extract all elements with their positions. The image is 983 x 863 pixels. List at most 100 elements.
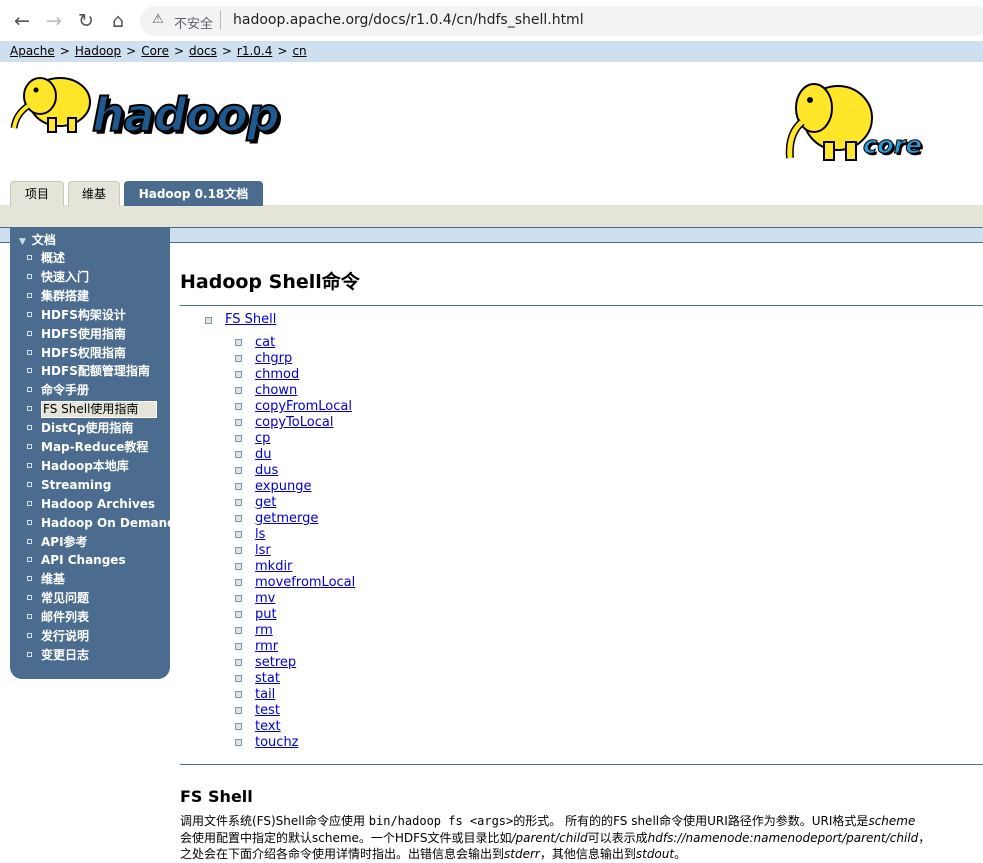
toc-divider	[180, 764, 983, 765]
sidebar-item[interactable]: HDFS使用指南	[27, 326, 126, 343]
sidebar-item[interactable]: 集群搭建	[27, 288, 89, 305]
sidebar-item[interactable]: 变更日志	[27, 647, 89, 664]
sidebar-item[interactable]: HDFS配额管理指南	[27, 363, 150, 380]
sidebar-item[interactable]: DistCp使用指南	[27, 420, 133, 437]
forward-icon[interactable]: →	[42, 9, 66, 33]
sidebar-item[interactable]: FS Shell使用指南	[27, 401, 157, 419]
toc-link[interactable]: lsr	[255, 543, 271, 558]
toc-link[interactable]: tail	[255, 687, 275, 702]
toc-link[interactable]: touchz	[255, 735, 299, 750]
sidebar-item-label: API Changes	[41, 553, 126, 568]
toc-link[interactable]: chgrp	[255, 351, 292, 366]
insecure-label[interactable]: 不安全	[174, 13, 213, 32]
square-bullet-icon	[27, 538, 32, 544]
toc-link[interactable]: copyToLocal	[255, 415, 333, 430]
sidebar-item-label: HDFS使用指南	[41, 326, 126, 341]
toc-bullet-icon	[235, 499, 242, 506]
sidebar-item[interactable]: 概述	[27, 250, 65, 267]
sidebar-item[interactable]: HDFS构架设计	[27, 307, 126, 324]
toc-link[interactable]: stat	[255, 671, 280, 686]
reload-icon[interactable]: ↻	[74, 9, 98, 33]
title-divider	[180, 305, 983, 306]
home-icon[interactable]: ⌂	[106, 9, 130, 33]
toc-bullet-icon	[235, 515, 242, 522]
paragraph-line-2: 会使用配置中指定的默认scheme。一个HDFS文件或目录比如/parent/c…	[180, 829, 930, 846]
sidebar-heading-label: 文档	[31, 233, 56, 247]
toc-bullet-icon	[235, 387, 242, 394]
breadcrumb-link[interactable]: Apache	[10, 44, 55, 58]
para-text: 会使用配置中指定的默认scheme。一个HDFS文件或目录比如	[180, 831, 512, 845]
toc-bullet-icon	[235, 659, 242, 666]
sidebar-item[interactable]: 发行说明	[27, 628, 89, 645]
sidebar-item-label: 命令手册	[41, 383, 90, 398]
sidebar-item[interactable]: 维基	[27, 571, 65, 588]
sidebar-item[interactable]: 常见问题	[27, 590, 89, 607]
square-bullet-icon	[27, 368, 32, 374]
toc-link[interactable]: movefromLocal	[255, 575, 355, 590]
toc-link[interactable]: setrep	[255, 655, 296, 670]
toc-link[interactable]: rmr	[255, 639, 278, 654]
toc-link[interactable]: put	[255, 607, 277, 622]
sidebar-item[interactable]: API Changes	[27, 552, 126, 569]
sidebar-item-label: HDFS构架设计	[41, 307, 126, 322]
toc-link[interactable]: dus	[255, 463, 278, 478]
sidebar-item[interactable]: 邮件列表	[27, 609, 89, 626]
breadcrumb-link[interactable]: cn	[292, 44, 306, 58]
sidebar-item[interactable]: Hadoop On Demand	[27, 515, 176, 532]
sidebar-item[interactable]: 命令手册	[27, 382, 89, 399]
toc-link[interactable]: text	[255, 719, 281, 734]
url-divider	[220, 10, 221, 30]
toc-bullet-icon	[235, 611, 242, 618]
toc-link[interactable]: getmerge	[255, 511, 318, 526]
toc-link[interactable]: chown	[255, 383, 297, 398]
toc-bullet-icon	[235, 403, 242, 410]
breadcrumb-separator: >	[59, 44, 70, 58]
sidebar-item[interactable]: 快速入门	[27, 269, 89, 286]
sidebar-item[interactable]: Streaming	[27, 477, 111, 494]
sidebar-item[interactable]: Hadoop Archives	[27, 496, 155, 513]
hadoop-elephant-logo	[10, 77, 91, 133]
toc-bullet-icon	[205, 317, 212, 324]
toc-link[interactable]: rm	[255, 623, 273, 638]
toc-link[interactable]: copyFromLocal	[255, 399, 352, 414]
breadcrumb-link[interactable]: Core	[141, 44, 169, 58]
sidebar-item[interactable]: Map-Reduce教程	[27, 439, 148, 456]
para-text: ，其他信息输出到	[539, 847, 636, 861]
toc-link[interactable]: test	[255, 703, 280, 718]
toc-link[interactable]: cat	[255, 335, 275, 350]
tab-wiki[interactable]: 维基	[68, 181, 120, 206]
toc-link[interactable]: get	[255, 495, 276, 510]
breadcrumb-link[interactable]: docs	[189, 44, 217, 58]
toc-link[interactable]: expunge	[255, 479, 311, 494]
url-text[interactable]: hadoop.apache.org/docs/r1.0.4/cn/hdfs_sh…	[233, 12, 584, 28]
warning-icon[interactable]: ⚠	[150, 12, 166, 28]
square-bullet-icon	[27, 651, 32, 657]
breadcrumb-separator: >	[221, 44, 232, 58]
sidebar-item-label: 快速入门	[41, 269, 90, 284]
toc-link-fs-shell[interactable]: FS Shell	[225, 312, 276, 327]
triangle-down-icon: ▼	[19, 237, 26, 247]
square-bullet-icon	[27, 255, 32, 260]
para-text: 之处会在下面介绍各命令使用详情时指出。出错信息会输出到	[180, 847, 505, 861]
tab-project[interactable]: 项目	[10, 181, 64, 206]
breadcrumb-link[interactable]: r1.0.4	[237, 44, 272, 58]
sidebar-item[interactable]: HDFS权限指南	[27, 345, 126, 362]
sidebar-item[interactable]: Hadoop本地库	[27, 458, 129, 475]
address-bar[interactable]: ⚠ 不安全 hadoop.apache.org/docs/r1.0.4/cn/h…	[140, 6, 983, 36]
toc-link[interactable]: cp	[255, 431, 270, 446]
square-bullet-icon	[27, 330, 32, 336]
sidebar-menu: ▼ 文档 概述快速入门集群搭建 HDFS构架设计 HDFS使用指南 HDFS权限指南 HD…	[10, 228, 176, 679]
sidebar-item[interactable]: API参考	[27, 534, 88, 551]
toc-link[interactable]: mkdir	[255, 559, 292, 574]
toc-link[interactable]: ls	[255, 527, 265, 542]
toc-link[interactable]: mv	[255, 591, 275, 606]
tab-strip-background	[0, 205, 983, 227]
toc-link[interactable]: du	[255, 447, 272, 462]
sidebar-heading[interactable]: ▼ 文档	[19, 231, 56, 248]
breadcrumb-link[interactable]: Hadoop	[75, 44, 121, 58]
tab-hadoop-docs[interactable]: Hadoop 0.18文档	[124, 181, 263, 206]
toc-link[interactable]: chmod	[255, 367, 299, 382]
toc-bullet-icon	[235, 467, 242, 474]
back-icon[interactable]: ←	[10, 9, 34, 33]
square-bullet-icon	[27, 633, 32, 638]
